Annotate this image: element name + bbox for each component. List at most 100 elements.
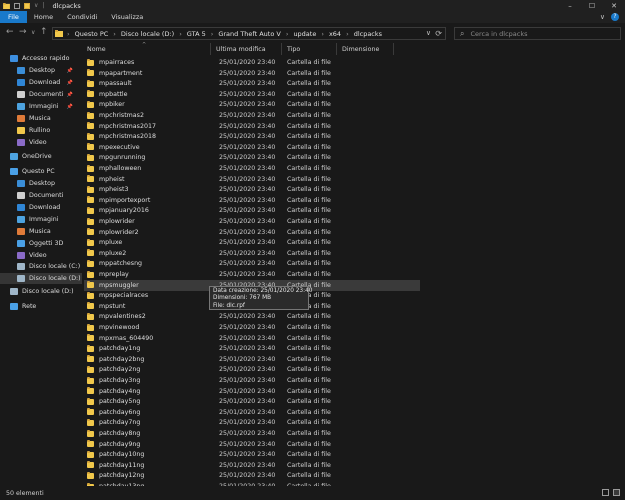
breadcrumb-disco-d[interactable]: Disco locale (D:) (121, 30, 174, 38)
breadcrumb-separator[interactable]: › (67, 30, 70, 38)
table-row[interactable]: mppatchesng 25/01/2020 23:40 Cartella di f… (84, 258, 420, 269)
table-row[interactable]: mpreplay 25/01/2020 23:40 Cartella di file (84, 269, 420, 280)
expand-ribbon-icon[interactable]: ∨ (600, 13, 605, 21)
breadcrumb-separator[interactable]: › (321, 30, 324, 38)
sidebar-item[interactable]: Desktop 📌 (0, 65, 82, 76)
sidebar-item[interactable]: Download 📌 (0, 77, 82, 88)
table-row[interactable]: patchday3ng 25/01/2020 23:40 Cartella di f… (84, 375, 420, 386)
address-history-icon[interactable]: ∨ (426, 29, 431, 37)
details-view-icon[interactable] (602, 489, 609, 496)
sidebar-item[interactable]: Video (0, 250, 82, 261)
table-row[interactable]: patchday6ng 25/01/2020 23:40 Cartella di f… (84, 407, 420, 418)
sidebar-item[interactable]: Rete (0, 301, 82, 312)
sidebar-item[interactable]: Immagini (0, 214, 82, 225)
table-row[interactable]: mpassault 25/01/2020 23:40 Cartella di fil… (84, 78, 420, 89)
refresh-icon[interactable]: ⟳ (435, 29, 442, 38)
table-row[interactable]: mpheist3 25/01/2020 23:40 Cartella di file (84, 184, 420, 195)
sidebar-item[interactable]: Disco locale (D:) (0, 273, 82, 284)
tab-file[interactable]: File (0, 11, 27, 23)
sidebar-item[interactable]: Rullino (0, 125, 82, 136)
table-row[interactable]: mpvinewood 25/01/2020 23:40 Cartella di fi… (84, 322, 420, 333)
sidebar-item[interactable]: Musica (0, 113, 82, 124)
new-folder-icon[interactable] (24, 2, 30, 9)
table-row[interactable]: mpxmas_604490 25/01/2020 23:40 Cartella di… (84, 333, 420, 344)
recent-locations-button[interactable]: ∨ (31, 29, 35, 36)
quick-access-dropdown-icon[interactable]: ∨ (34, 2, 38, 9)
table-row[interactable]: mpvalentines2 25/01/2020 23:40 Cartella di… (84, 311, 420, 322)
breadcrumb-separator[interactable]: › (179, 30, 182, 38)
table-row[interactable]: mplowrider2 25/01/2020 23:40 Cartella di f… (84, 227, 420, 238)
table-row[interactable]: mpbiker 25/01/2020 23:40 Cartella di file (84, 99, 420, 110)
table-row[interactable]: patchday10ng 25/01/2020 23:40 Cartella di … (84, 449, 420, 460)
table-row[interactable]: patchday8ng 25/01/2020 23:40 Cartella di f… (84, 428, 420, 439)
table-row[interactable]: mpchristmas2 25/01/2020 23:40 Cartella di … (84, 110, 420, 121)
maximize-button[interactable]: ☐ (581, 0, 603, 11)
column-header-size[interactable]: Dimensione (337, 43, 394, 55)
table-row[interactable]: patchday7ng 25/01/2020 23:40 Cartella di f… (84, 417, 420, 428)
table-row[interactable]: patchday5ng 25/01/2020 23:40 Cartella di f… (84, 396, 420, 407)
address-bar[interactable]: › Questo PC › Disco locale (D:) › GTA 5 … (52, 27, 446, 40)
table-row[interactable]: mpluxe 25/01/2020 23:40 Cartella di file (84, 237, 420, 248)
large-icons-view-icon[interactable] (613, 489, 620, 496)
breadcrumb-questo-pc[interactable]: Questo PC (75, 30, 109, 38)
search-input[interactable] (470, 29, 611, 38)
breadcrumb-separator[interactable]: › (346, 30, 349, 38)
sidebar-item[interactable]: Oggetti 3D (0, 238, 82, 249)
sidebar-item[interactable]: Video (0, 137, 82, 148)
table-row[interactable]: mpchristmas2018 25/01/2020 23:40 Cartella … (84, 131, 420, 142)
sidebar-item[interactable]: Accesso rapido (0, 53, 82, 64)
column-header-modified[interactable]: Ultima modifica (211, 43, 282, 55)
table-row[interactable]: mpjanuary2016 25/01/2020 23:40 Cartella di… (84, 205, 420, 216)
table-row[interactable]: patchday1ng 25/01/2020 23:40 Cartella di f… (84, 343, 420, 354)
tab-home[interactable]: Home (27, 11, 60, 23)
table-row[interactable]: mpimportexport 25/01/2020 23:40 Cartella d… (84, 195, 420, 206)
sidebar-item[interactable]: Download (0, 202, 82, 213)
breadcrumb-gta5[interactable]: GTA 5 (187, 30, 206, 38)
breadcrumb-update[interactable]: update (293, 30, 316, 38)
table-row[interactable]: patchday2bng 25/01/2020 23:40 Cartella di … (84, 354, 420, 365)
column-header-type[interactable]: Tipo (282, 43, 337, 55)
breadcrumb-x64[interactable]: x64 (329, 30, 341, 38)
search-box[interactable]: ⌕ (454, 27, 621, 40)
sidebar-item[interactable]: Musica (0, 226, 82, 237)
table-row[interactable]: patchday2ng 25/01/2020 23:40 Cartella di f… (84, 364, 420, 375)
breadcrumb-separator[interactable]: › (211, 30, 214, 38)
tab-share[interactable]: Condividi (60, 11, 104, 23)
close-button[interactable]: ✕ (603, 0, 625, 11)
forward-button[interactable]: → (19, 27, 27, 37)
table-row[interactable]: mplowrider 25/01/2020 23:40 Cartella di fi… (84, 216, 420, 227)
up-button[interactable]: ↑ (40, 27, 48, 37)
table-row[interactable]: mpapartment 25/01/2020 23:40 Cartella di f… (84, 68, 420, 79)
sidebar-item[interactable]: Questo PC (0, 166, 82, 177)
table-row[interactable]: mpchristmas2017 25/01/2020 23:40 Cartella … (84, 121, 420, 132)
table-row[interactable]: mphalloween 25/01/2020 23:40 Cartella di f… (84, 163, 420, 174)
file-tooltip: Data creazione: 25/01/2020 23:40 Dimensi… (209, 286, 312, 310)
table-row[interactable]: mpluxe2 25/01/2020 23:40 Cartella di file (84, 248, 420, 259)
help-icon[interactable]: ? (611, 13, 619, 21)
sidebar-item[interactable]: Documenti 📌 (0, 89, 82, 100)
column-header-name[interactable]: ^ Nome (82, 42, 211, 55)
sidebar-item[interactable]: Desktop (0, 178, 82, 189)
sidebar-item[interactable]: OneDrive (0, 151, 82, 162)
table-row[interactable]: mpheist 25/01/2020 23:40 Cartella di file (84, 174, 420, 185)
tab-view[interactable]: Visualizza (104, 11, 150, 23)
sidebar-item[interactable]: Documenti (0, 190, 82, 201)
sidebar-item[interactable]: Immagini 📌 (0, 101, 82, 112)
breadcrumb-separator[interactable]: › (286, 30, 289, 38)
table-row[interactable]: patchday9ng 25/01/2020 23:40 Cartella di f… (84, 439, 420, 450)
back-button[interactable]: ← (6, 27, 14, 37)
table-row[interactable]: patchday11ng 25/01/2020 23:40 Cartella di … (84, 460, 420, 471)
table-row[interactable]: patchday4ng 25/01/2020 23:40 Cartella di f… (84, 386, 420, 397)
sidebar-item[interactable]: Disco locale (C:) (0, 261, 82, 272)
breadcrumb-separator[interactable]: › (113, 30, 116, 38)
sidebar-item[interactable]: Disco locale (D:) (0, 286, 82, 297)
table-row[interactable]: mpgunrunning 25/01/2020 23:40 Cartella di … (84, 152, 420, 163)
minimize-button[interactable]: – (559, 0, 581, 11)
table-row[interactable]: mpairraces 25/01/2020 23:40 Cartella di fi… (84, 57, 420, 68)
table-row[interactable]: mpexecutive 25/01/2020 23:40 Cartella di f… (84, 142, 420, 153)
properties-icon[interactable] (14, 2, 20, 9)
breadcrumb-dlcpacks[interactable]: dlcpacks (354, 30, 382, 38)
table-row[interactable]: mpbattle 25/01/2020 23:40 Cartella di file (84, 89, 420, 100)
table-row[interactable]: patchday12ng 25/01/2020 23:40 Cartella di … (84, 470, 420, 481)
breadcrumb-gtav[interactable]: Grand Theft Auto V (218, 30, 281, 38)
